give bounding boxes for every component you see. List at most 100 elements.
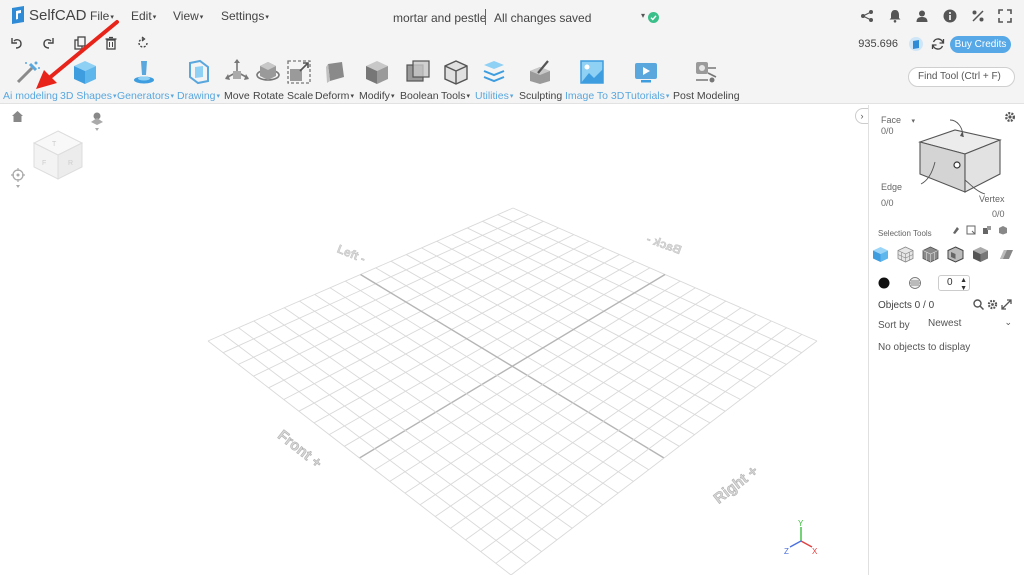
face-label: Face (881, 115, 902, 125)
select-face-icon[interactable] (947, 246, 964, 263)
share-icon[interactable] (860, 9, 874, 23)
save-status: All changes saved (494, 11, 592, 25)
redo-icon[interactable] (41, 36, 55, 50)
document-title[interactable]: mortar and pestle (393, 11, 486, 25)
delete-trash-icon[interactable] (104, 36, 118, 50)
sort-select[interactable]: Newest ⌄ (924, 317, 1016, 333)
notifications-bell-icon[interactable] (888, 9, 902, 23)
deform-icon (326, 62, 344, 83)
rotate-icon (256, 62, 280, 81)
tool-modify[interactable]: Modify▾ (356, 56, 398, 104)
post-modeling-icon (696, 62, 717, 83)
modify-icon (366, 61, 388, 84)
menu-settings-label: Settings (221, 9, 265, 23)
panel-settings-gear-icon[interactable] (1004, 111, 1016, 123)
select-mesh-icon[interactable] (897, 246, 914, 263)
title-separator (485, 9, 486, 25)
3d-viewport[interactable]: Y X Z Left - Back - Front + Right + T F … (0, 105, 868, 575)
ai-modeling-wand-icon (16, 61, 40, 84)
paint-select-icon[interactable] (951, 225, 961, 235)
credits-balance: 935.696 (858, 38, 898, 50)
reset-rotate-icon[interactable] (136, 36, 150, 50)
home-view-icon[interactable] (11, 110, 24, 123)
move-icon (225, 59, 249, 80)
menu-edit[interactable]: Edit▾ (131, 9, 156, 23)
grid-label-right: Right + (711, 462, 762, 507)
axis-x-label: X (812, 547, 818, 556)
tutorials-icon (635, 63, 657, 83)
camera-view-icon[interactable] (90, 110, 104, 132)
crosshair-view-icon[interactable] (11, 168, 25, 190)
info-icon[interactable] (943, 9, 957, 23)
tool-drawing-label: Drawing▾ (177, 90, 221, 102)
copy-icon[interactable] (73, 36, 87, 50)
app-logo[interactable]: SelfCAD (10, 5, 87, 25)
find-tool-search[interactable]: Find Tool (Ctrl + F) (908, 67, 1015, 87)
tool-tools[interactable]: Tools▾ (438, 56, 474, 104)
drawing-icon (189, 59, 209, 85)
top-bar: SelfCAD File▾ Edit▾ View▾ Settings▾ mort… (0, 0, 1024, 32)
edge-label: Edge (881, 182, 903, 192)
select-object-cube-icon[interactable] (872, 246, 889, 263)
tool-image-to-3d[interactable]: Image To 3D (562, 56, 624, 104)
face-selector[interactable]: Face ▾ (881, 115, 915, 125)
main-toolbar: Ai modeling 3D Shapes▾ Generators▾ Drawi… (0, 56, 1024, 104)
objects-settings-gear-icon[interactable] (987, 299, 998, 310)
select-polygon-icon[interactable] (922, 246, 939, 263)
tool-scale[interactable]: Scale (284, 56, 314, 104)
face-count: 0/0 (881, 126, 894, 136)
tool-rotate[interactable]: Rotate (252, 56, 284, 104)
refresh-credits-icon[interactable] (931, 37, 945, 51)
tool-3d-shapes[interactable]: 3D Shapes▾ (58, 56, 116, 104)
saved-check-icon (648, 12, 659, 23)
select-plane-icon[interactable] (997, 246, 1014, 263)
user-account-icon[interactable] (915, 9, 929, 23)
selection-mode-cube[interactable] (915, 112, 1005, 202)
segments-stepper[interactable]: 0 ▲ ▼ (938, 275, 970, 292)
select-all-icon[interactable] (998, 225, 1008, 235)
buy-credits-button[interactable]: Buy Credits (950, 36, 1011, 53)
expand-objects-icon[interactable] (1001, 299, 1012, 310)
tool-generators[interactable]: Generators▾ (114, 56, 174, 104)
tool-post-modeling[interactable]: Post Modeling (670, 56, 740, 104)
app-name: SelfCAD (29, 6, 87, 24)
svg-text:R: R (68, 160, 73, 167)
search-objects-icon[interactable] (973, 299, 984, 310)
view-cube[interactable]: T F R (28, 125, 88, 185)
axes-gizmo: Y X Z (784, 519, 818, 556)
menu-file[interactable]: File▾ (90, 9, 114, 23)
tool-move-label: Move (224, 90, 250, 102)
tool-boolean[interactable]: Boolean (398, 56, 439, 104)
select-solid-icon[interactable] (972, 246, 989, 263)
tool-tutorials[interactable]: Tutorials▾ (622, 56, 670, 104)
tool-drawing[interactable]: Drawing▾ (174, 56, 222, 104)
fullscreen-icon[interactable] (998, 9, 1012, 23)
credits-coin-icon (909, 37, 923, 51)
menu-edit-label: Edit (131, 9, 152, 23)
menu-settings[interactable]: Settings▾ (221, 9, 269, 23)
save-dropdown-icon[interactable]: ▾ (641, 11, 645, 20)
sculpting-icon (530, 60, 550, 84)
panel-collapse-button[interactable]: › (855, 108, 869, 124)
tool-move[interactable]: Move (222, 56, 252, 104)
tool-utilities[interactable]: Utilities▾ (474, 56, 516, 104)
units-percent-icon[interactable] (971, 9, 985, 23)
undo-icon[interactable] (10, 36, 24, 50)
ground-grid (207, 207, 818, 575)
select-connected-icon[interactable] (982, 225, 992, 235)
objects-count-label: Objects 0 / 0 (878, 300, 935, 311)
tool-sculpting[interactable]: Sculpting (516, 56, 562, 104)
empty-objects-message: No objects to display (878, 342, 971, 353)
vertex-label: Vertex (979, 194, 1005, 204)
material-texture-icon[interactable] (909, 277, 921, 289)
tool-deform[interactable]: Deform▾ (314, 56, 356, 104)
tool-ai-modeling[interactable]: Ai modeling (0, 56, 58, 104)
box-select-icon[interactable] (966, 225, 976, 235)
menu-view[interactable]: View▾ (173, 9, 203, 23)
stepper-value: 0 (947, 277, 953, 288)
color-picker-swatch[interactable] (878, 277, 890, 289)
grid-line (480, 327, 787, 552)
tool-tools-label: Tools▾ (441, 90, 471, 102)
stepper-down-icon[interactable]: ▼ (960, 282, 967, 296)
scene-canvas: Y X Z Left - Back - Front + Right + (207, 207, 818, 575)
